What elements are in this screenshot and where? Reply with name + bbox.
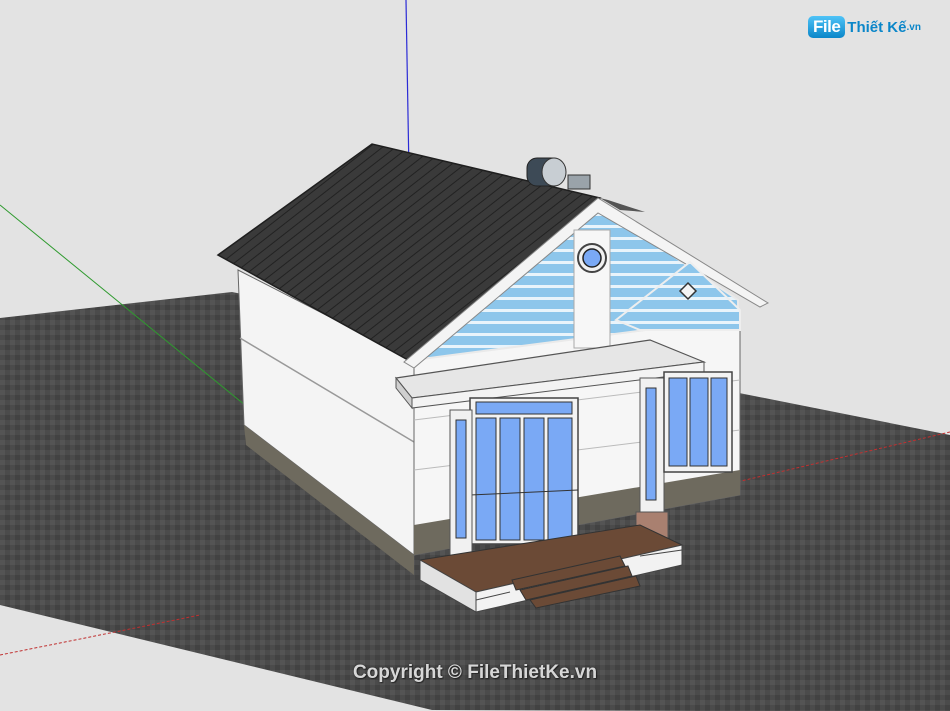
3d-viewport[interactable]: [0, 0, 950, 711]
logo-brand-text: Thiết Kế: [847, 18, 907, 36]
logo-file-badge: File: [808, 16, 846, 38]
round-window-icon: [577, 243, 607, 273]
side-window[interactable]: [663, 371, 733, 473]
entry-door[interactable]: [469, 397, 579, 545]
porch-column-right: [635, 377, 669, 543]
site-logo: File Thiết Kế .vn: [808, 12, 921, 42]
logo-tld: .vn: [906, 21, 921, 33]
copyright-watermark: Copyright © FileThietKe.vn: [352, 662, 598, 683]
water-tank-icon: [526, 157, 591, 190]
